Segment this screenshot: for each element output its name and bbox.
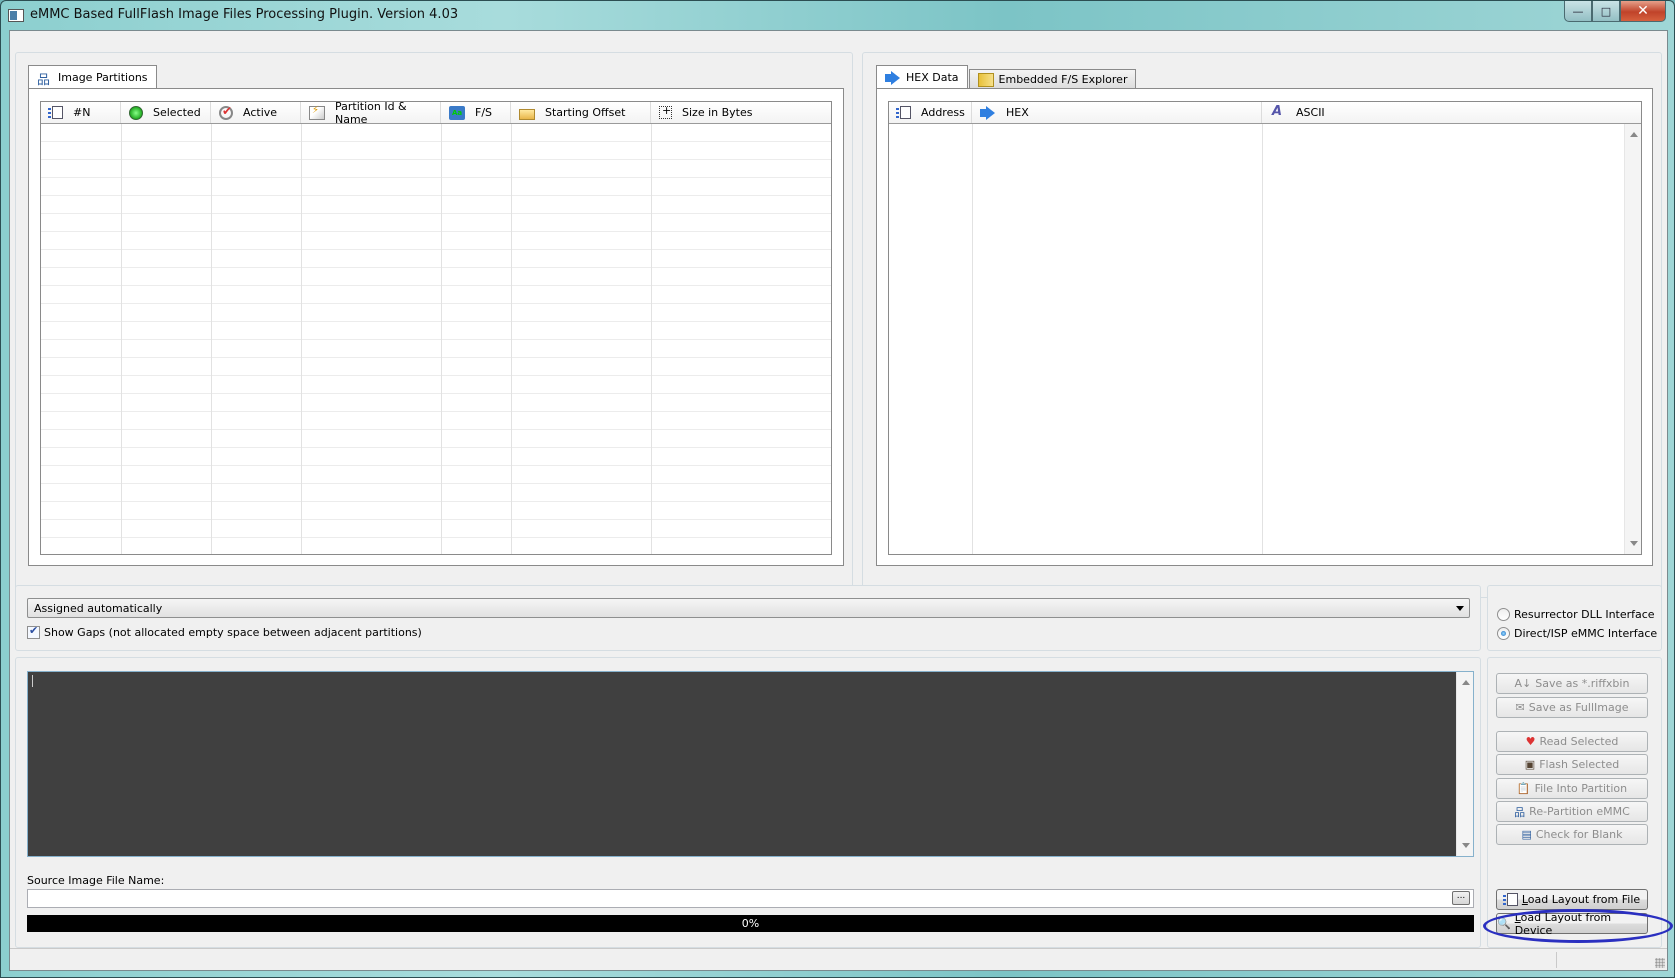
chevron-down-icon <box>1456 606 1464 611</box>
partitions-table[interactable]: #N Selected Active Partition Id & Name F… <box>40 101 832 555</box>
tab-hex-data[interactable]: HEX Data <box>876 65 968 89</box>
source-label: Source Image File Name: <box>27 874 165 887</box>
repartition-emmc-button[interactable]: 品 Re-Partition eMMC <box>1496 801 1648 822</box>
load-layout-from-file-button[interactable]: Load Layout from File <box>1496 889 1648 910</box>
partitions-tabs: Image Partitions <box>28 65 157 89</box>
column-header-selected[interactable]: Selected <box>121 102 211 123</box>
load-layout-from-device-button[interactable]: 🔍 Load Layout from Device <box>1496 911 1648 937</box>
partition-tree-icon <box>37 69 53 88</box>
hex-table[interactable]: Address HEX ASCII <box>888 101 1642 555</box>
table-header: #N Selected Active Partition Id & Name F… <box>41 102 831 126</box>
browse-button[interactable]: ... <box>1452 891 1470 905</box>
close-button[interactable]: ✕ <box>1620 1 1666 22</box>
chip-icon: ▣ <box>1524 758 1536 771</box>
checkmark-icon <box>219 104 233 120</box>
radio-direct-isp[interactable]: Direct/ISP eMMC Interface <box>1497 627 1657 640</box>
resize-grip[interactable] <box>1655 958 1665 968</box>
read-selected-button[interactable]: ♥ Read Selected <box>1496 731 1648 752</box>
tab-embedded-fs-explorer[interactable]: Embedded F/S Explorer <box>968 69 1137 89</box>
size-icon <box>659 104 672 119</box>
ascii-icon <box>1270 104 1286 120</box>
minimize-icon: — <box>1572 4 1584 18</box>
hex-table-body[interactable] <box>889 124 1641 554</box>
app-window: eMMC Based FullFlash Image Files Process… <box>0 0 1675 978</box>
tab-image-partitions[interactable]: Image Partitions <box>28 65 157 89</box>
progress-text: 0% <box>741 917 760 930</box>
maximize-button[interactable]: □ <box>1592 1 1620 22</box>
title-bar[interactable]: eMMC Based FullFlash Image Files Process… <box>1 1 1674 30</box>
progress-bar: 0% <box>27 915 1474 932</box>
document-icon: ▤ <box>1521 828 1532 841</box>
layout-combo[interactable]: Assigned automatically <box>27 598 1470 618</box>
column-header-active[interactable]: Active <box>211 102 301 123</box>
device-search-icon: 🔍 <box>1497 917 1511 930</box>
hex-tab-page: Address HEX ASCII <box>876 88 1653 566</box>
partitions-tab-page: #N Selected Active Partition Id & Name F… <box>28 88 844 566</box>
green-arrow-icon <box>129 105 143 120</box>
checkbox-box[interactable] <box>27 624 40 639</box>
flash-selected-button[interactable]: ▣ Flash Selected <box>1496 754 1648 775</box>
column-header-size[interactable]: Size in Bytes <box>651 102 831 123</box>
hex-scrollbar[interactable] <box>1624 124 1641 554</box>
app-icon <box>8 9 24 22</box>
minimize-button[interactable]: — <box>1564 1 1592 22</box>
options-group <box>15 585 1481 651</box>
window-title: eMMC Based FullFlash Image Files Process… <box>30 7 459 22</box>
radio-resurrector-dll[interactable]: Resurrector DLL Interface <box>1497 608 1655 621</box>
yellow-book-icon <box>977 72 994 87</box>
scroll-up-icon[interactable] <box>1630 132 1638 137</box>
column-header-address[interactable]: Address <box>889 102 972 123</box>
radio-dot[interactable] <box>1497 627 1510 640</box>
check-for-blank-button[interactable]: ▤ Check for Blank <box>1496 824 1648 845</box>
radio-dot[interactable] <box>1497 608 1510 621</box>
column-header-partition-name[interactable]: Partition Id & Name <box>301 102 441 126</box>
column-header-starting-offset[interactable]: Starting Offset <box>511 102 651 123</box>
tab-label: Image Partitions <box>58 71 148 84</box>
client-area: Image Partitions #N Selected Active Part… <box>9 30 1668 971</box>
numbered-list-icon <box>1502 893 1518 906</box>
text-caret <box>32 675 33 687</box>
numbered-list-icon <box>48 106 63 119</box>
clipboard-link-icon: 📋 <box>1516 782 1531 795</box>
column-header-ascii[interactable]: ASCII <box>1262 102 1641 123</box>
maximize-icon: □ <box>1600 4 1612 18</box>
sort-az-icon: A↓ <box>1514 677 1532 690</box>
partition-tree-icon: 品 <box>1514 805 1526 819</box>
note-icon <box>309 105 325 120</box>
partitions-table-body[interactable] <box>41 124 831 554</box>
log-scrollbar[interactable] <box>1456 672 1473 856</box>
column-header-fs[interactable]: F/S <box>441 102 511 123</box>
blue-arrow-icon <box>885 70 901 85</box>
show-gaps-checkbox[interactable]: Show Gaps (not allocated empty space bet… <box>27 624 422 639</box>
file-into-partition-button[interactable]: 📋 File Into Partition <box>1496 778 1648 799</box>
save-riffxbin-button[interactable]: A↓ Save as *.riffxbin <box>1496 673 1648 694</box>
folder-icon <box>519 108 535 120</box>
scroll-down-icon[interactable] <box>1462 843 1470 848</box>
heart-download-icon: ♥ <box>1525 735 1536 748</box>
hex-tabs: HEX Data Embedded F/S Explorer <box>876 65 1137 89</box>
envelope-icon: ✉ <box>1515 701 1525 714</box>
filesystem-icon <box>449 105 465 120</box>
numbered-list-icon <box>896 106 911 119</box>
status-bar <box>10 948 1667 970</box>
source-file-input[interactable]: ... <box>27 889 1474 908</box>
column-header-n[interactable]: #N <box>41 102 121 123</box>
scroll-down-icon[interactable] <box>1630 541 1638 546</box>
blue-arrow-icon <box>980 105 996 120</box>
column-header-hex[interactable]: HEX <box>972 102 1262 123</box>
save-fullimage-button[interactable]: ✉ Save as FullImage <box>1496 697 1648 718</box>
scroll-up-icon[interactable] <box>1462 680 1470 685</box>
log-textarea[interactable] <box>27 671 1474 857</box>
hex-table-header: Address HEX ASCII <box>889 102 1641 124</box>
close-icon: ✕ <box>1637 3 1649 19</box>
